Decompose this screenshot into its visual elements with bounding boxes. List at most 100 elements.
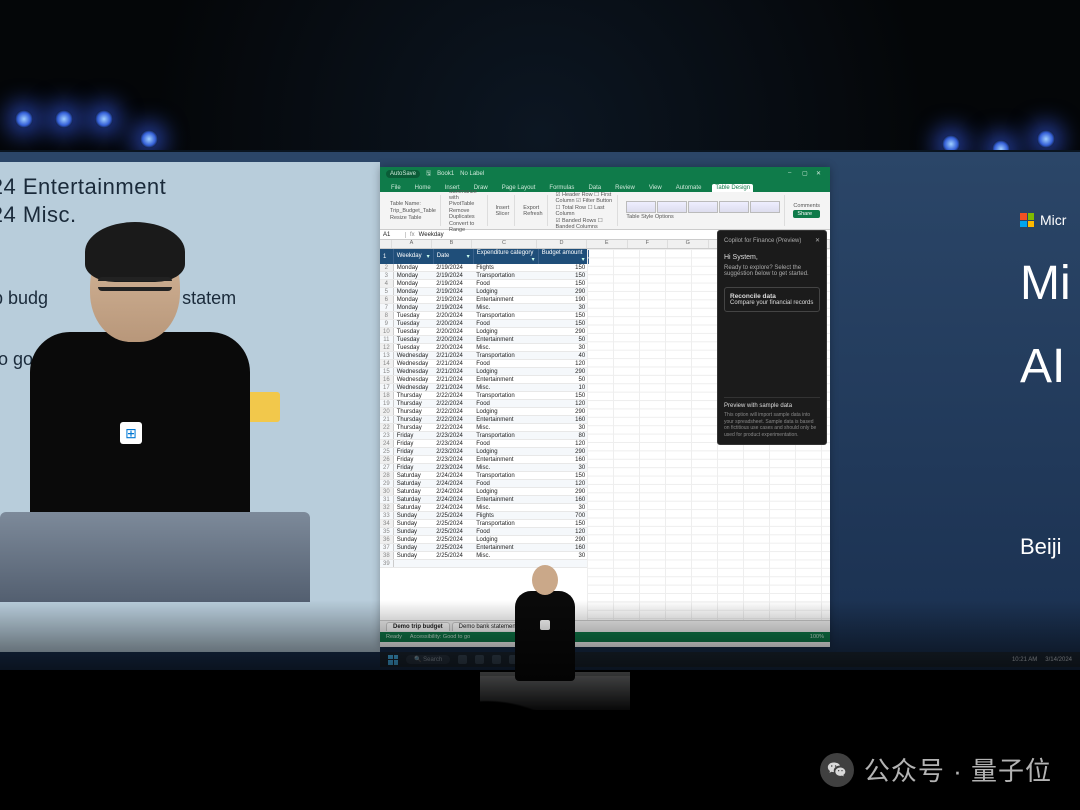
table-row[interactable]: 36Sunday2/25/2024Lodging290 [380,536,588,544]
column-header[interactable]: C [472,240,537,248]
table-row[interactable]: 15Wednesday2/21/2024Lodging290 [380,368,588,376]
table-row[interactable]: 17Wednesday2/21/2024Misc.10 [380,384,588,392]
close-icon[interactable]: ✕ [816,170,824,178]
close-icon[interactable]: ✕ [815,237,820,244]
table-row[interactable]: 21Thursday2/22/2024Entertainment160 [380,416,588,424]
copilot-panel: Copilot for Finance (Preview) ✕ Hi Syste… [717,230,827,445]
ribbon-tabs: FileHomeInsertDrawPage LayoutFormulasDat… [380,181,830,192]
name-box[interactable]: A1 [380,232,406,238]
ribbon-tab[interactable]: View [646,184,665,192]
stage-light [1037,130,1055,148]
column-header[interactable]: G [668,240,709,248]
maximize-icon[interactable]: ▢ [802,170,810,178]
ribbon-group-properties: Table Name: Trip_Budget_Table Resize Tab… [386,195,441,226]
table-row[interactable]: 33Sunday2/25/2024Flights700 [380,512,588,520]
table-row[interactable]: 8Tuesday2/20/2024Transportation150 [380,312,588,320]
minimize-icon[interactable]: – [788,170,796,178]
table-header[interactable]: Budget amount▾ [538,249,588,264]
event-photo: 024 Entertainment 024 Misc. trip budg em… [0,0,1080,810]
table-header[interactable]: Date▾ [433,249,473,264]
table-row[interactable]: 5Monday2/19/2024Lodging290 [380,288,588,296]
column-header[interactable]: A [392,240,432,248]
microsoft-logo: Micr [1020,212,1080,228]
table-row[interactable]: 10Tuesday2/20/2024Lodging290 [380,328,588,336]
table-row[interactable]: 27Friday2/23/2024Misc.30 [380,464,588,472]
copilot-greeting: Hi System, [724,254,820,261]
wechat-icon [820,753,854,787]
table-row[interactable]: 28Saturday2/24/2024Transportation150 [380,472,588,480]
save-icon[interactable]: 🖫 [426,169,431,179]
ribbon-group-table-styles[interactable]: Table Style Options [622,195,785,226]
ribbon-tab[interactable]: File [388,184,404,192]
column-header[interactable]: F [628,240,669,248]
ribbon-group-tools: Summarize with PivotTable Remove Duplica… [445,195,488,226]
ribbon-comments-share[interactable]: Comments Share [789,195,824,226]
table-row[interactable]: 29Saturday2/24/2024Food120 [380,480,588,488]
table-row[interactable]: 34Sunday2/25/2024Transportation150 [380,520,588,528]
table-row[interactable]: 19Thursday2/22/2024Food120 [380,400,588,408]
excel-window: AutoSave 🖫 Book1 No Label – ▢ ✕ File Home… [380,167,830,647]
table-row[interactable]: 11Tuesday2/20/2024Entertainment50 [380,336,588,344]
table-row[interactable]: 7Monday2/19/2024Misc.30 [380,304,588,312]
ribbon-group-style-options: ☑ Header Row ☐ First Column ☑ Filter But… [552,195,619,226]
formula-value[interactable]: Weekday [419,232,444,238]
table-row[interactable]: 24Friday2/23/2024Food120 [380,440,588,448]
presenter-closeup: ⊞ [20,222,280,602]
table-row[interactable]: 26Friday2/23/2024Entertainment160 [380,456,588,464]
ribbon-tab[interactable]: Page Layout [499,184,539,192]
wechat-watermark: 公众号 · 量子位 [820,751,1052,788]
table-row[interactable]: 35Sunday2/25/2024Food120 [380,528,588,536]
column-header[interactable]: B [432,240,472,248]
fx-label: fx [406,232,419,238]
table-row[interactable]: 12Tuesday2/20/2024Misc.30 [380,344,588,352]
ribbon-tab[interactable]: Table Design [712,184,753,192]
left-projection: 024 Entertainment 024 Misc. trip budg em… [0,162,380,652]
table-row[interactable]: 6Monday2/19/2024Entertainment190 [380,296,588,304]
laptop [0,512,310,602]
microsoft-badge-icon: ⊞ [120,422,142,444]
autosave-toggle[interactable]: AutoSave [386,170,420,178]
stage-light [95,110,113,128]
right-projection: Micr Mi AI Beiji [1020,212,1080,632]
table-row[interactable]: 14Wednesday2/21/2024Food120 [380,360,588,368]
table-row[interactable]: 3Monday2/19/2024Transportation150 [380,272,588,280]
table-row[interactable]: 25Friday2/23/2024Lodging290 [380,448,588,456]
table-row[interactable]: 38Sunday2/25/2024Misc.30 [380,552,588,560]
save-status: No Label [460,171,484,177]
stage-light [55,110,73,128]
table-row[interactable]: 22Thursday2/22/2024Misc.30 [380,424,588,432]
copilot-suggestion-card[interactable]: Reconcile data Compare your financial re… [724,287,820,312]
column-header[interactable]: E [587,240,628,248]
ribbon-tab[interactable]: Home [412,184,434,192]
table-header[interactable]: Weekday▾ [393,249,433,264]
table-row[interactable]: 37Sunday2/25/2024Entertainment160 [380,544,588,552]
preview-link[interactable]: Preview with sample data [724,403,820,409]
table-row[interactable]: 13Wednesday2/21/2024Transportation40 [380,352,588,360]
table-row[interactable]: 4Monday2/19/2024Food150 [380,280,588,288]
ribbon: Table Name: Trip_Budget_Table Resize Tab… [380,192,830,230]
table-row[interactable]: 16Wednesday2/21/2024Entertainment50 [380,376,588,384]
table-row[interactable]: 30Saturday2/24/2024Lodging290 [380,488,588,496]
ribbon-tab[interactable]: Automate [673,184,705,192]
ribbon-tab[interactable]: Review [612,184,638,192]
column-header[interactable]: D [537,240,587,248]
table-row[interactable]: 31Saturday2/24/2024Entertainment160 [380,496,588,504]
table-row[interactable]: 23Friday2/23/2024Transportation80 [380,432,588,440]
city-label: Beiji [1020,534,1080,560]
data-table[interactable]: 1Weekday▾Date▾Expenditure category▾Budge… [380,249,589,568]
column-header[interactable] [380,240,392,248]
table-row[interactable]: 2Monday2/19/2024Flights150 [380,264,588,272]
headline: AI [1020,341,1080,394]
stage-light [140,130,158,148]
headline: Mi [1020,258,1080,311]
card-desc: Compare your financial records [730,300,813,306]
titlebar[interactable]: AutoSave 🖫 Book1 No Label – ▢ ✕ [380,167,830,181]
copilot-note: This option will import sample data into… [724,412,820,438]
table-row[interactable]: 18Thursday2/22/2024Transportation150 [380,392,588,400]
table-header[interactable]: Expenditure category▾ [473,249,538,264]
table-row[interactable]: 9Tuesday2/20/2024Food150 [380,320,588,328]
ceiling [0,0,1080,150]
table-row[interactable]: 20Thursday2/22/2024Lodging290 [380,408,588,416]
ribbon-group-external: Export Refresh [519,195,547,226]
table-row[interactable]: 32Saturday2/24/2024Misc.30 [380,504,588,512]
